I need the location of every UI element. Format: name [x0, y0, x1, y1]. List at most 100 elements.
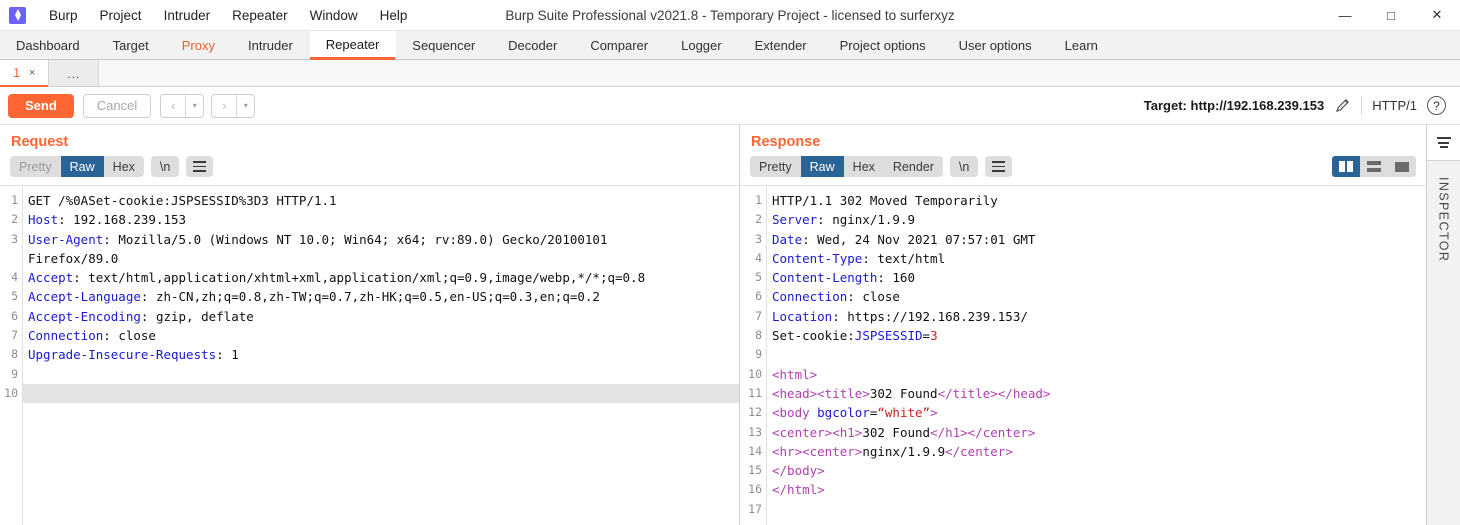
- code-line[interactable]: </body>: [767, 461, 1426, 480]
- line-number: 10: [4, 385, 18, 400]
- pencil-icon[interactable]: [1334, 97, 1351, 114]
- close-icon[interactable]: ✕: [1414, 0, 1460, 30]
- line-number: 2: [755, 212, 762, 227]
- menu-item-burp[interactable]: Burp: [38, 4, 89, 27]
- tab-extender[interactable]: Extender: [739, 31, 824, 59]
- code-line[interactable]: <html>: [767, 365, 1426, 384]
- code-line[interactable]: Set-cookie:JSPSESSID=3: [767, 326, 1426, 345]
- code-line[interactable]: Firefox/89.0: [23, 249, 739, 268]
- minimize-icon[interactable]: —: [1322, 0, 1368, 30]
- request-view-raw[interactable]: Raw: [60, 156, 104, 177]
- code-line[interactable]: Location: https://192.168.239.153/: [767, 307, 1426, 326]
- request-menu-icon[interactable]: [186, 156, 214, 177]
- response-editor[interactable]: 1 2 3 4 5 6 7 8 9 10 11 12 13 14 15 16 17 HTTP/1.1 302 M…: [740, 185, 1426, 525]
- line-number: 12: [748, 405, 762, 420]
- request-view-pretty[interactable]: Pretty: [10, 156, 61, 177]
- request-code[interactable]: GET /%0ASet-cookie:JSPSESSID%3D3 HTTP/1.…: [22, 186, 739, 525]
- code-line[interactable]: [23, 383, 739, 404]
- request-view-hex[interactable]: Hex: [104, 156, 144, 177]
- split-vertical-icon[interactable]: [1332, 156, 1360, 177]
- tab-intruder[interactable]: Intruder: [232, 31, 310, 59]
- response-view-render[interactable]: Render: [884, 156, 943, 177]
- repeater-tab-1[interactable]: 1 ×: [0, 60, 50, 87]
- single-pane-icon[interactable]: [1388, 156, 1416, 177]
- tab-target[interactable]: Target: [97, 31, 166, 59]
- http-version-label[interactable]: HTTP/1: [1372, 98, 1417, 113]
- code-line[interactable]: [767, 345, 1426, 364]
- code-token: Upgrade-Insecure-Requests: [28, 347, 217, 363]
- code-line[interactable]: <head><title>302 Found</title></head>: [767, 384, 1426, 403]
- menu-item-window[interactable]: Window: [299, 4, 369, 27]
- code-line[interactable]: Content-Type: text/html: [767, 249, 1426, 268]
- inspector-label[interactable]: INSPECTOR: [1437, 177, 1451, 262]
- code-line[interactable]: <center><h1>302 Found</h1></center>: [767, 423, 1426, 442]
- code-token: Location: [772, 308, 833, 324]
- response-newline-toggle[interactable]: \n: [949, 156, 979, 177]
- code-line[interactable]: Accept-Language: zh-CN,zh;q=0.8,zh-TW;q=…: [23, 287, 739, 306]
- code-line[interactable]: [23, 365, 739, 384]
- code-line[interactable]: </html>: [767, 480, 1426, 499]
- filter-icon[interactable]: [1427, 125, 1460, 161]
- code-line[interactable]: <body bgcolor=“white”>: [767, 403, 1426, 422]
- request-editor[interactable]: 1 2 3 4 5 6 7 8 9 10 GET /%0ASet-cookie:JSPSESSID…: [0, 185, 739, 525]
- menu-item-intruder[interactable]: Intruder: [153, 4, 222, 27]
- code-token: Host: [28, 212, 59, 228]
- cancel-button[interactable]: Cancel: [82, 93, 152, 118]
- tab-dashboard[interactable]: Dashboard: [0, 31, 97, 59]
- split-horizontal-icon[interactable]: [1360, 156, 1388, 177]
- code-line[interactable]: Content-Length: 160: [767, 268, 1426, 287]
- code-token: : gzip, deflate: [140, 308, 254, 324]
- close-icon[interactable]: ×: [29, 67, 35, 79]
- code-line[interactable]: HTTP/1.1 302 Moved Temporarily: [767, 191, 1426, 210]
- code-line[interactable]: <hr><center>nginx/1.9.9</center>: [767, 442, 1426, 461]
- line-number: 8: [11, 347, 18, 362]
- menu-bar: Burp Project Intruder Repeater Window Help: [38, 4, 418, 27]
- tab-decoder[interactable]: Decoder: [492, 31, 574, 59]
- help-icon[interactable]: ?: [1427, 96, 1446, 115]
- maximize-icon[interactable]: □: [1368, 0, 1414, 30]
- response-menu-icon[interactable]: [985, 156, 1013, 177]
- code-line[interactable]: Accept: text/html,application/xhtml+xml,…: [23, 268, 739, 287]
- layout-toggle-group: [1332, 156, 1416, 177]
- tab-user-options[interactable]: User options: [943, 31, 1049, 59]
- code-line[interactable]: Connection: close: [23, 326, 739, 345]
- response-view-hex[interactable]: Hex: [844, 156, 884, 177]
- code-line[interactable]: GET /%0ASet-cookie:JSPSESSID%3D3 HTTP/1.…: [23, 191, 739, 210]
- send-button[interactable]: Send: [8, 93, 74, 118]
- tab-comparer[interactable]: Comparer: [574, 31, 665, 59]
- response-view-pretty[interactable]: Pretty: [750, 156, 801, 177]
- response-view-raw[interactable]: Raw: [800, 156, 844, 177]
- line-number: 6: [11, 308, 18, 323]
- code-line[interactable]: Accept-Encoding: gzip, deflate: [23, 307, 739, 326]
- tab-learn[interactable]: Learn: [1049, 31, 1115, 59]
- menu-item-help[interactable]: Help: [369, 4, 419, 27]
- action-toolbar: Send Cancel ‹ ▾ › ▾ Target: http://192.1…: [0, 87, 1460, 125]
- request-newline-toggle[interactable]: \n: [150, 156, 180, 177]
- code-token: </body>: [772, 463, 825, 479]
- code-line[interactable]: Upgrade-Insecure-Requests: 1: [23, 345, 739, 364]
- forward-arrow-icon[interactable]: ›: [212, 95, 236, 117]
- code-line[interactable]: Date: Wed, 24 Nov 2021 07:57:01 GMT: [767, 230, 1426, 249]
- response-code[interactable]: HTTP/1.1 302 Moved Temporarily Server: ng…: [766, 186, 1426, 525]
- menu-item-project[interactable]: Project: [89, 4, 153, 27]
- inspector-rail[interactable]: INSPECTOR: [1426, 125, 1460, 525]
- code-line[interactable]: Host: 192.168.239.153: [23, 210, 739, 229]
- back-nav-group[interactable]: ‹ ▾: [160, 93, 205, 118]
- divider: [1361, 96, 1363, 115]
- tab-sequencer[interactable]: Sequencer: [396, 31, 492, 59]
- tab-proxy[interactable]: Proxy: [166, 31, 232, 59]
- code-line[interactable]: Connection: close: [767, 287, 1426, 306]
- code-line[interactable]: User-Agent: Mozilla/5.0 (Windows NT 10.0…: [23, 230, 739, 249]
- add-repeater-tab-button[interactable]: ...: [49, 60, 100, 86]
- tab-repeater[interactable]: Repeater: [309, 31, 397, 60]
- forward-nav-group[interactable]: › ▾: [211, 93, 256, 118]
- menu-item-repeater[interactable]: Repeater: [221, 4, 299, 27]
- chevron-down-icon[interactable]: ▾: [186, 95, 203, 117]
- code-line[interactable]: Server: nginx/1.9.9: [767, 210, 1426, 229]
- tab-logger[interactable]: Logger: [665, 31, 738, 59]
- burp-logo-icon: [9, 6, 26, 24]
- chevron-down-icon[interactable]: ▾: [237, 95, 254, 117]
- back-arrow-icon[interactable]: ‹: [161, 95, 185, 117]
- code-line[interactable]: [767, 500, 1426, 519]
- tab-project-options[interactable]: Project options: [824, 31, 943, 59]
